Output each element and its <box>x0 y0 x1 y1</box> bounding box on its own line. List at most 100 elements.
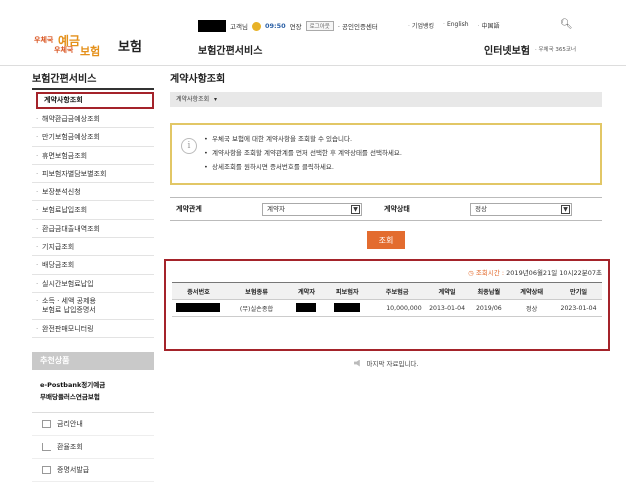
col-insured: 피보험자 <box>324 282 370 300</box>
logo-text: 우체국 <box>54 46 74 54</box>
col-policy-no: 증서번호 <box>172 282 225 300</box>
breadcrumb-current: 계약사항조회 <box>176 96 210 103</box>
sidebar-item-sales-monitoring[interactable]: 완전판매모니터링 <box>32 320 154 339</box>
contract-table: 증서번호 보험종류 계약자 피보험자 주보험금 계약일 최종납월 계약상태 만기… <box>172 282 602 317</box>
search-filter: 계약관계 계약자 ▼ 계약상태 정상 ▼ <box>170 197 602 221</box>
site-header: 우체국 예금 우체국 보험 보험 고객님 09:50 연장 로그아웃 · 공인인… <box>0 0 626 66</box>
utility-nav: 기업뱅킹 English 中国語 <box>408 21 500 30</box>
end-of-data-text: 마지막 자료입니다. <box>366 360 419 368</box>
chart-icon <box>42 443 51 452</box>
session-time: 09:50 <box>264 22 286 30</box>
document-icon <box>42 420 51 429</box>
col-status: 계약상태 <box>508 282 556 300</box>
table-row: (무)실손종합 10,000,000 2013-01-04 2019/06 정상… <box>172 299 602 317</box>
printer-icon <box>42 466 51 475</box>
sidebar-item-dividend[interactable]: 배당금조회 <box>32 256 154 275</box>
logo-text: 보험 <box>80 45 101 58</box>
query-time: ◷ 조회시간 : 2019년06월21일 10시22분07초 <box>172 267 602 279</box>
redacted-policy-no <box>176 302 221 312</box>
post-insurance-logo[interactable]: 우체국 예금 우체국 보험 보험 <box>34 31 142 59</box>
sidebar-utilities: 금리안내 환율조회 증명서발급 <box>32 412 154 483</box>
col-amount: 주보험금 <box>369 282 425 300</box>
sidebar-item-label: 소득 · 세액 공제용 보험료 납입증명서 <box>42 296 96 314</box>
cell-last-paid: 2019/06 <box>469 299 509 317</box>
sidebar-item-maturity-benefit[interactable]: 만기보험금예상조회 <box>32 128 154 147</box>
sidebar-title: 보험간편서비스 <box>32 70 154 90</box>
chinese-link[interactable]: 中国語 <box>478 21 500 30</box>
breadcrumb-chevron-icon[interactable]: ▾ <box>214 96 217 103</box>
status-label: 계약상태 <box>384 205 410 213</box>
sidebar-item-surrender-refund[interactable]: 해약환급금예상조회 <box>32 110 154 129</box>
sidebar-item-loan-history[interactable]: 환급금대출내역조회 <box>32 220 154 238</box>
util-label: 환율조회 <box>57 442 83 451</box>
cell-amount: 10,000,000 <box>369 299 425 317</box>
exchange-rate-link[interactable]: 환율조회 <box>32 436 154 460</box>
notice-item: 계약사항을 조회할 계약관계를 먼저 선택한 후 계약상태를 선택하세요. <box>204 146 600 160</box>
notice-list: 우체국 보험에 대한 계약사항을 조회할 수 있습니다. 계약사항을 조회할 계… <box>204 132 600 174</box>
logout-button[interactable]: 로그아웃 <box>305 21 334 31</box>
query-time-label-text: 조회시간 : <box>475 269 507 277</box>
redacted-user-name <box>198 20 226 32</box>
notice-box: i 우체국 보험에 대한 계약사항을 조회할 수 있습니다. 계약사항을 조회할… <box>170 123 602 185</box>
interest-rate-link[interactable]: 금리안내 <box>32 413 154 437</box>
relation-value: 계약자 <box>267 204 285 213</box>
search-button[interactable]: 조회 <box>367 231 405 249</box>
cell-maturity: 2023-01-04 <box>555 299 602 317</box>
col-last-paid: 최종납월 <box>469 282 509 300</box>
cell-status: 정상 <box>508 299 556 317</box>
cell-insured <box>324 299 370 317</box>
status-select[interactable]: 정상 ▼ <box>470 202 572 216</box>
sidebar-item-insured-coverage[interactable]: 피보험자별담보별조회 <box>32 165 154 183</box>
end-of-data-note: 마지막 자료입니다. <box>170 358 602 368</box>
promo-list: e-Postbank정기예금 무배당플러스연금보험 <box>32 370 154 408</box>
query-time-label: ◷ 조회시간 : <box>468 269 507 277</box>
notice-item: 상세조회를 원하시면 증서번호를 클릭하세요. <box>204 160 600 174</box>
speaker-icon <box>353 359 360 367</box>
logo-brand-text: 보험 <box>118 39 142 55</box>
redacted-holder <box>296 302 317 312</box>
chevron-down-icon: ▼ <box>351 204 360 214</box>
col-maturity: 만기일 <box>555 282 602 300</box>
post-365-corner-link[interactable]: · 우체국 365코너 <box>535 45 576 53</box>
promo-box: 추천상품 e-Postbank정기예금 무배당플러스연금보험 <box>32 352 154 408</box>
certificate-link[interactable]: 증명서발급 <box>32 459 154 483</box>
main-content: 계약사항조회 계약사항조회 ▾ i 우체국 보험에 대한 계약사항을 조회할 수… <box>164 70 610 368</box>
sidebar-item-contract-inquiry[interactable]: 계약사항조회 <box>36 92 154 109</box>
sidebar-item-coverage-analysis[interactable]: 보장분석신청 <box>32 183 154 202</box>
section-title: 보험간편서비스 <box>198 46 263 57</box>
cell-holder <box>288 299 325 317</box>
promo-item-deposit[interactable]: e-Postbank정기예금 <box>40 379 154 391</box>
user-suffix: 고객님 <box>230 23 248 31</box>
breadcrumb: 계약사항조회 ▾ <box>170 92 602 107</box>
corporate-banking-link[interactable]: 기업뱅킹 <box>408 21 434 30</box>
query-time-value: 2019년06월21일 10시22분07초 <box>506 269 602 277</box>
extend-session-link[interactable]: 연장 <box>290 21 302 31</box>
english-link[interactable]: English <box>443 21 469 30</box>
relation-label: 계약관계 <box>176 205 202 213</box>
promo-item-pension[interactable]: 무배당플러스연금보험 <box>40 391 154 403</box>
session-bar: 고객님 09:50 연장 로그아웃 · 공인인증센터 <box>198 19 378 33</box>
sidebar-item-dormant-benefit[interactable]: 휴면보험금조회 <box>32 147 154 165</box>
sidebar-item-paid-inquiry[interactable]: 기지급조회 <box>32 238 154 257</box>
util-label: 금리안내 <box>57 419 83 428</box>
policy-no-link[interactable] <box>172 299 225 317</box>
table-header-row: 증서번호 보험종류 계약자 피보험자 주보험금 계약일 최종납월 계약상태 만기… <box>172 282 602 300</box>
search-icon[interactable]: 🔍︎ <box>560 19 573 30</box>
cert-center-link[interactable]: · 공인인증센터 <box>338 21 378 31</box>
relation-select[interactable]: 계약자 ▼ <box>262 202 362 216</box>
cell-contract-date: 2013-01-04 <box>424 299 470 317</box>
result-panel: ◷ 조회시간 : 2019년06월21일 10시22분07초 증서번호 보험종류… <box>164 259 610 351</box>
sidebar-item-premium-payment-inquiry[interactable]: 보험료납입조회 <box>32 201 154 220</box>
clock-icon <box>251 21 261 31</box>
sidebar-item-realtime-payment[interactable]: 실시간보험료납입 <box>32 275 154 293</box>
col-product: 보험종류 <box>224 282 289 300</box>
col-holder: 계약자 <box>288 282 325 300</box>
sidebar-item-tax-certificate[interactable]: 소득 · 세액 공제용 보험료 납입증명서 <box>32 293 154 320</box>
info-icon: i <box>181 138 197 154</box>
logo-mark: 우체국 예금 우체국 보험 <box>34 32 112 58</box>
internet-insurance-link[interactable]: 인터넷보험 <box>484 42 530 57</box>
promo-heading: 추천상품 <box>32 352 154 371</box>
redacted-insured <box>334 302 361 312</box>
notice-item: 우체국 보험에 대한 계약사항을 조회할 수 있습니다. <box>204 132 600 146</box>
sidebar-menu: 계약사항조회 해약환급금예상조회 만기보험금예상조회 휴면보험금조회 피보험자별… <box>32 92 154 339</box>
